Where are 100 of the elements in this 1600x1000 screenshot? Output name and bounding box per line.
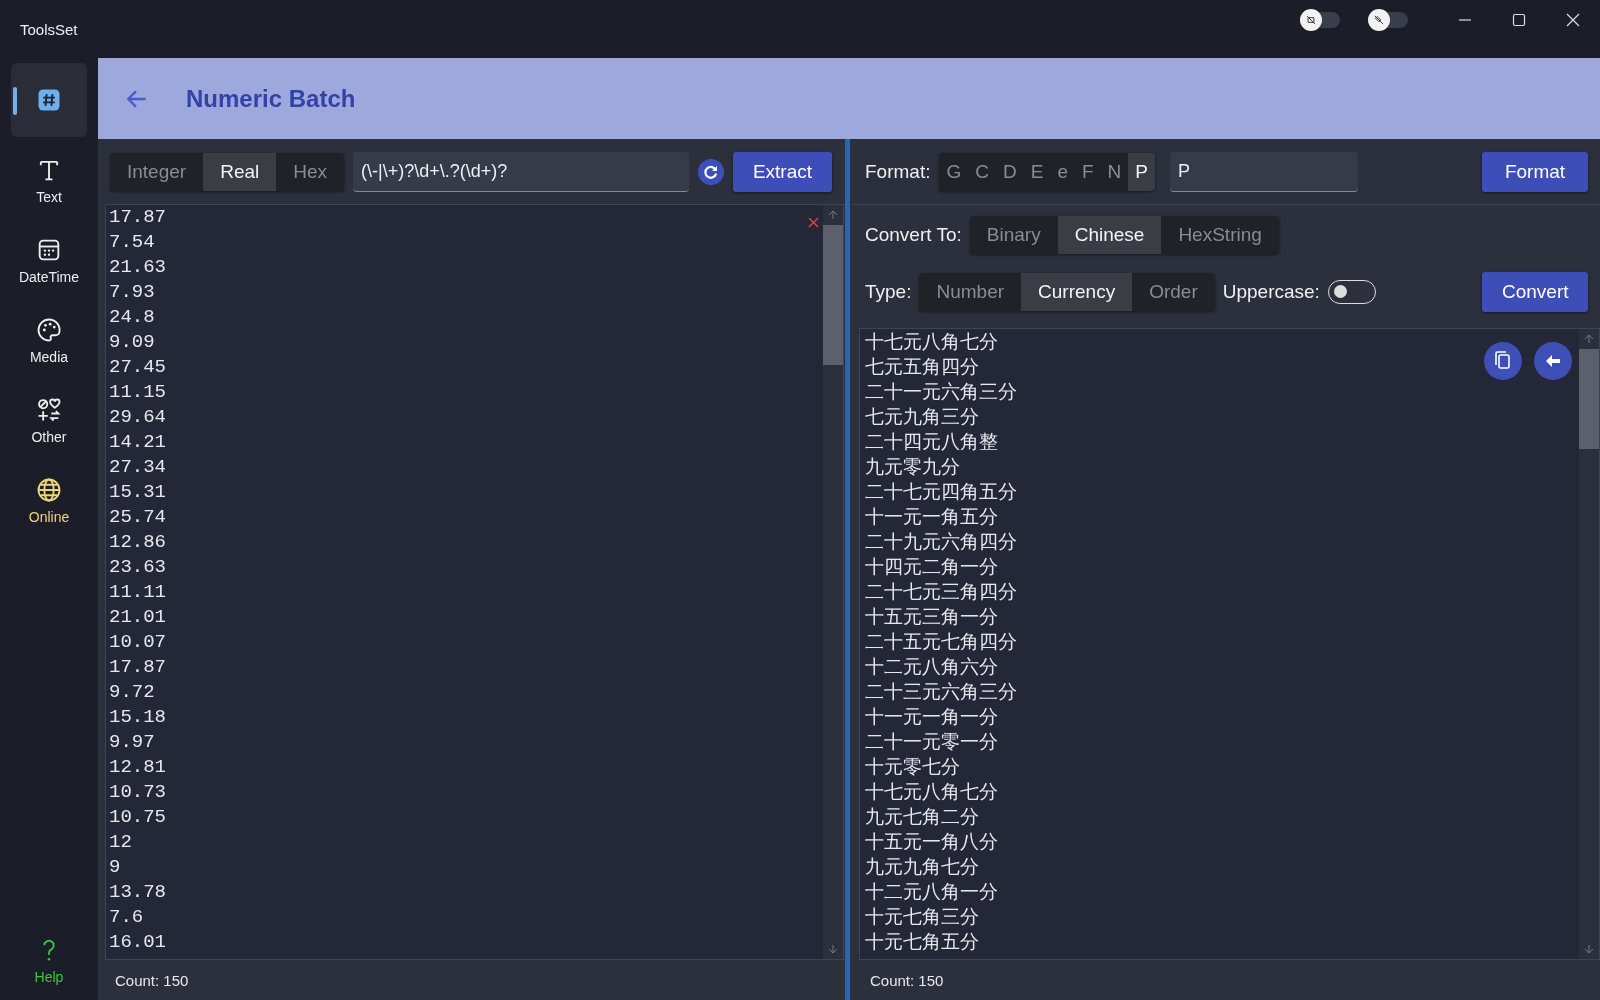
convert-button[interactable]: Convert [1482, 271, 1588, 312]
toggle-switch[interactable] [1370, 12, 1408, 28]
segment-tab[interactable]: F [1074, 152, 1101, 191]
text-line: 十七元八角七分 [864, 780, 998, 804]
text-line: 15.31 [109, 480, 166, 505]
segment-tab[interactable]: P [1128, 152, 1155, 191]
text-field[interactable]: P [1170, 151, 1358, 192]
toggle-switch[interactable] [1302, 12, 1340, 28]
text-line: 27.45 [109, 355, 166, 380]
output-text-area[interactable]: 十七元八角七分 七元五角四分 二十一元六角三分 七元九角三分 二十四元八角整 九元零九分 二十七元四角五分 十一元一角五分 二十九元六角四分 十四元二角一分 二十七元三角四分 十五元三角一分 二十五元七角四分 十二元八角六分 二十三元六角三分 十一元一角一分 二十一元零一分 十元零七分 十七元八角七分 九元七角二分 十五元一角八分 九元九角七分 十二元八角一分 十元七角三分 十元七角五分 [859, 328, 1600, 960]
segment-tab[interactable]: Binary [969, 215, 1058, 254]
text-line: 27.34 [109, 455, 166, 480]
segment-tab[interactable]: Number [919, 272, 1022, 311]
segment-tab[interactable]: G [939, 152, 969, 191]
scroll-thumb[interactable] [1579, 349, 1599, 449]
text-line: 二十三元六角三分 [864, 680, 1017, 704]
text-line: 二十五元七角四分 [864, 630, 1017, 654]
text-line: 十五元三角一分 [864, 605, 998, 629]
selection-indicator [13, 87, 17, 115]
text-line: 10.73 [109, 780, 166, 805]
format-button[interactable]: Format [1482, 151, 1588, 192]
text-line: 十七元八角七分 [864, 330, 998, 354]
format-label: Format: [865, 160, 931, 183]
text-line: 十元七角三分 [864, 905, 979, 929]
crossed-window-icon [1304, 13, 1318, 27]
text-line: 二十九元六角四分 [864, 530, 1017, 554]
segment-tab[interactable]: Real [203, 152, 277, 191]
text-line: 21.01 [109, 605, 166, 630]
segment-tab[interactable]: e [1050, 152, 1075, 191]
segment-tab[interactable]: D [995, 152, 1024, 191]
type-label: Type: [865, 280, 912, 303]
nav-item[interactable]: Online [11, 463, 87, 537]
text-line: 13.78 [109, 880, 166, 905]
nav-item[interactable]: Media [11, 303, 87, 377]
segment-tab[interactable]: Currency [1021, 272, 1133, 311]
text-line: 十四元二角一分 [864, 555, 998, 579]
text-line: 10.75 [109, 805, 166, 830]
text-line: 九元零九分 [864, 455, 960, 479]
help-item[interactable]: Help [11, 923, 87, 997]
convert-to-label: Convert To: [865, 223, 962, 246]
copy-icon[interactable] [1483, 341, 1523, 381]
text-line: 7.54 [109, 230, 155, 255]
window-title: ToolsSet [20, 20, 78, 38]
nav-item[interactable]: Other [11, 383, 87, 457]
refresh-icon[interactable] [697, 158, 724, 185]
nav-item[interactable]: DateTime [11, 223, 87, 297]
text-line: 11.15 [109, 380, 166, 405]
text-line: 12.81 [109, 755, 166, 780]
segment-tab[interactable]: Hex [276, 152, 345, 191]
input-text-area[interactable]: 17.87 7.54 21.63 7.93 24.8 9.09 27.45 11.15 29.64 14.21 27.34 15.31 25.74 12.86 23.63 11.11 21.01 10.07 17.87 9.72 15.18 9.97 12.81 10.73 10.75 12 9 13.78 7.6 16.01 [105, 204, 844, 960]
text-line: 十元零七分 [864, 755, 960, 779]
extract-button[interactable]: Extract [732, 151, 832, 192]
text-line: 11.11 [109, 580, 166, 605]
text-line: 9.09 [109, 330, 155, 355]
up-arrow-icon[interactable] [827, 209, 839, 221]
text-line: 12.86 [109, 530, 166, 555]
down-arrow-icon[interactable] [827, 943, 839, 955]
text-line: 9 [109, 855, 121, 880]
scroll-thumb[interactable] [823, 225, 843, 365]
text-line: 17.87 [109, 205, 166, 230]
segment-tab[interactable]: HexString [1161, 215, 1279, 254]
segment-tab[interactable]: Chinese [1057, 215, 1162, 254]
text-line: 七元九角三分 [864, 405, 979, 429]
text-line: 七元五角四分 [864, 355, 979, 379]
text-line: 12 [109, 830, 132, 855]
text-line: 十一元一角五分 [864, 505, 998, 529]
text-line: 7.93 [109, 280, 155, 305]
segment-tab[interactable]: C [968, 152, 996, 191]
segment-tab[interactable]: N [1100, 152, 1129, 191]
text-line: 25.74 [109, 505, 166, 530]
text-line: 十五元一角八分 [864, 830, 998, 854]
text-field[interactable]: (\-|\+)?\d+\.?(\d+)? [353, 151, 689, 192]
clear-icon[interactable] [808, 217, 819, 228]
page-title: Numeric Batch [186, 84, 356, 113]
down-arrow-icon[interactable] [1583, 943, 1595, 955]
text-line: 7.6 [109, 905, 144, 930]
text-line: 二十四元八角整 [864, 430, 998, 454]
text-line: 21.63 [109, 255, 166, 280]
text-line: 29.64 [109, 405, 166, 430]
text-line: 十二元八角六分 [864, 655, 998, 679]
segment-tab[interactable]: E [1023, 152, 1051, 191]
text-line: 二十七元三角四分 [864, 580, 1017, 604]
text-line: 二十七元四角五分 [864, 480, 1017, 504]
scrollbar[interactable] [1579, 329, 1599, 959]
text-line: 23.63 [109, 555, 166, 580]
text-line: 二十一元六角三分 [864, 380, 1017, 404]
text-line: 二十一元零一分 [864, 730, 998, 754]
segment-tab[interactable]: Order [1132, 272, 1215, 311]
text-line: 九元九角七分 [864, 855, 979, 879]
crossed-pin-icon [1372, 13, 1386, 27]
up-arrow-icon[interactable] [1583, 333, 1595, 345]
text-line: 17.87 [109, 655, 166, 680]
text-line: 十二元八角一分 [864, 880, 998, 904]
segment-tab[interactable]: Integer [110, 152, 204, 191]
text-line: 十元七角五分 [864, 930, 979, 954]
nav-item[interactable]: Text [11, 143, 87, 217]
text-line: 24.8 [109, 305, 155, 330]
nav-item[interactable] [11, 63, 87, 137]
count-label: Count: 150 [115, 971, 189, 989]
scrollbar[interactable] [823, 205, 843, 959]
